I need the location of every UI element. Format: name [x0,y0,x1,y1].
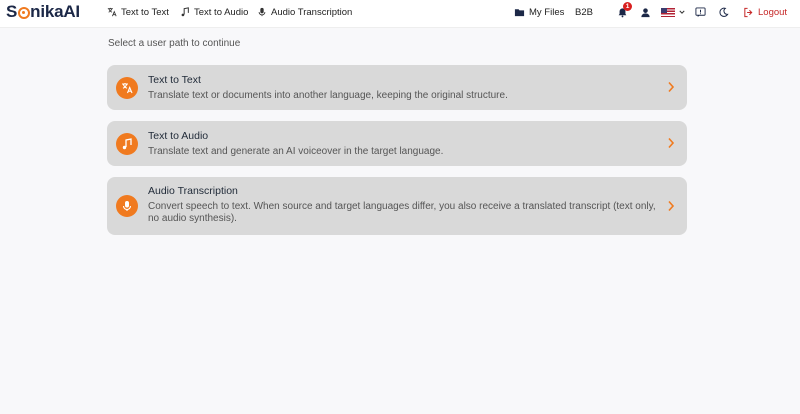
page-hint: Select a user path to continue [108,38,241,49]
us-flag-icon [661,7,675,17]
translate-icon [107,7,117,17]
notifications-button[interactable]: 1 [617,0,632,24]
nav-label: Text to Audio [194,6,249,18]
nav-label: Audio Transcription [271,6,353,18]
folder-icon [514,8,525,16]
dark-mode-toggle[interactable] [718,0,729,24]
b2b-label: B2B [575,6,593,18]
b2b-link[interactable]: B2B [575,0,593,24]
feedback-button[interactable] [695,0,706,24]
microphone-icon [116,195,138,217]
message-alert-icon [695,6,706,17]
nav-text-to-text[interactable]: Text to Text [107,0,169,24]
chevron-right-icon [668,137,675,149]
microphone-icon [258,7,266,17]
nav-text-to-audio[interactable]: Text to Audio [180,0,248,24]
my-files-label: My Files [529,6,565,18]
card-audio-transcription[interactable]: Audio Transcription Convert speech to te… [107,177,687,235]
music-note-icon [181,7,189,17]
logout-icon [744,7,753,17]
user-menu-button[interactable] [640,0,651,24]
top-bar: S nikaAI Text to Text Text to Audio Audi… [0,0,800,28]
chevron-right-icon [668,81,675,93]
logo[interactable]: S nikaAI [6,2,80,22]
card-description: Translate text or documents into another… [148,90,508,101]
card-text-to-audio[interactable]: Text to Audio Translate text and generat… [107,121,687,166]
card-title: Text to Text [148,74,201,86]
logo-text-start: S [6,2,18,21]
card-title: Text to Audio [148,130,209,142]
my-files-link[interactable]: My Files [514,0,564,24]
card-description: Convert speech to text. When source and … [148,201,656,224]
language-selector[interactable] [661,0,685,24]
logout-label: Logout [758,6,788,18]
chevron-down-icon [679,10,685,14]
logo-mark [17,7,30,19]
logout-button[interactable]: Logout [743,0,787,24]
card-title: Audio Transcription [148,185,238,197]
card-text-to-text[interactable]: Text to Text Translate text or documents… [107,65,687,110]
card-description: Translate text and generate an AI voiceo… [148,146,444,157]
logo-text-end: nikaAI [30,2,80,21]
notification-badge: 1 [623,2,632,11]
chevron-right-icon [668,200,675,212]
moon-icon [719,7,729,17]
translate-icon [116,77,138,99]
user-icon [641,7,650,17]
nav-audio-transcription[interactable]: Audio Transcription [257,0,352,24]
music-note-icon [116,133,138,155]
nav-label: Text to Text [121,6,169,18]
